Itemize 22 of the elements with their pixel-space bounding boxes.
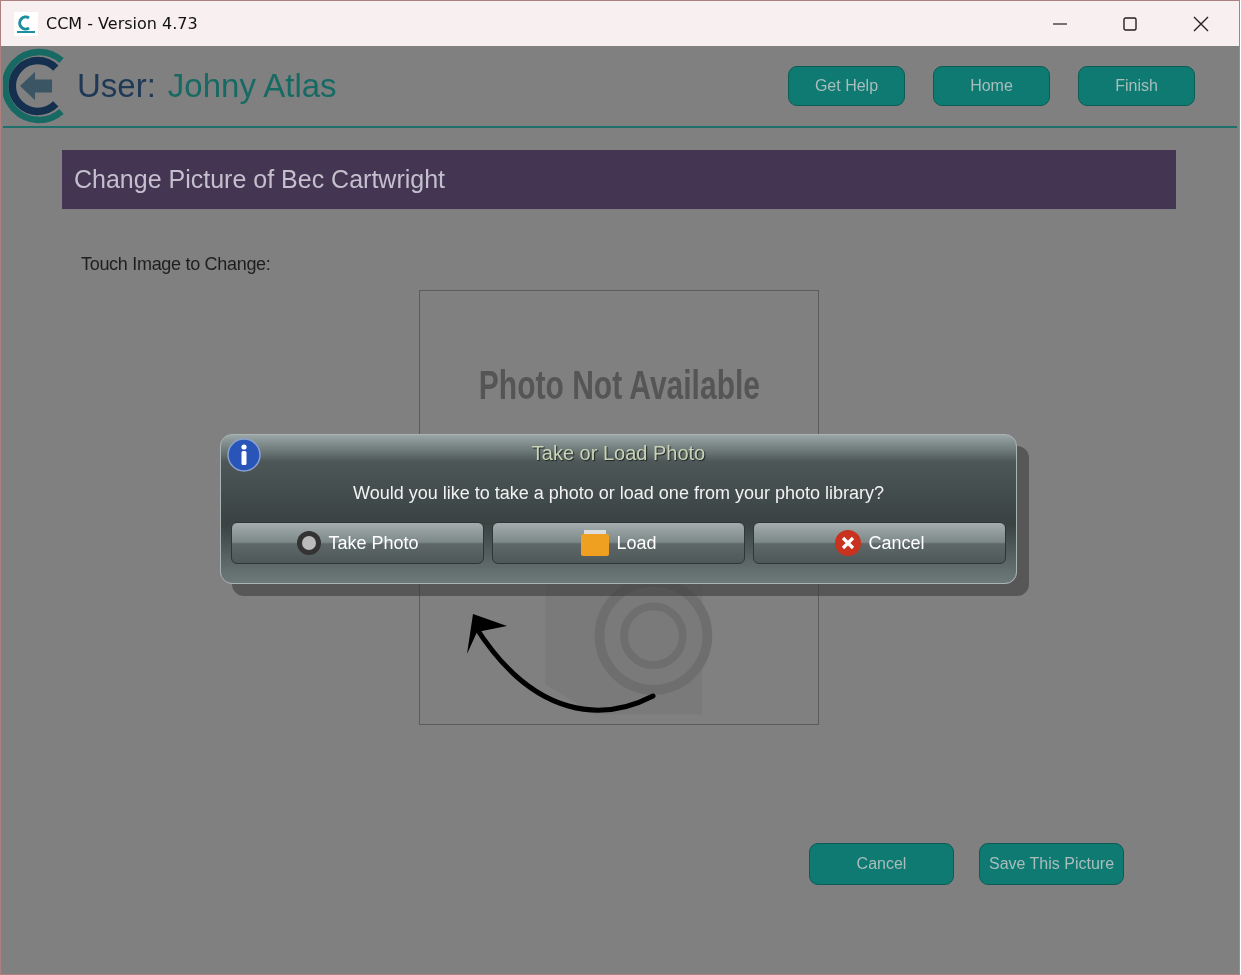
header-button[interactable]: Finish	[1078, 66, 1195, 106]
user-name: Johny Atlas	[167, 67, 337, 105]
footer-button[interactable]: Cancel	[809, 843, 954, 885]
app-logo-icon	[14, 11, 38, 36]
cancel-icon	[834, 529, 863, 557]
dialog-button[interactable]: Take Photo	[231, 522, 484, 564]
info-icon	[227, 438, 261, 472]
header-button[interactable]: Home	[933, 66, 1050, 106]
banner-title: Change Picture of Bec Cartwright	[74, 165, 445, 194]
footer-button[interactable]: Save This Picture	[979, 843, 1124, 885]
user-label: User:	[77, 67, 156, 105]
dialog-button[interactable]: Cancel	[753, 522, 1006, 564]
instruction-text: Touch Image to Change:	[81, 254, 272, 275]
folder-icon	[580, 529, 611, 557]
dialog-button[interactable]: Load	[492, 522, 745, 564]
maximize-icon[interactable]	[1123, 16, 1137, 31]
lens-icon	[296, 530, 323, 556]
header-button[interactable]: Get Help	[788, 66, 905, 106]
dialog-message: Would you like to take a photo or load one from your photo library?	[352, 483, 885, 504]
close-icon[interactable]	[1193, 15, 1209, 32]
dialog-title: Take or Load Photo	[531, 442, 706, 465]
window-title: CCM - Version 4.73	[46, 14, 198, 33]
